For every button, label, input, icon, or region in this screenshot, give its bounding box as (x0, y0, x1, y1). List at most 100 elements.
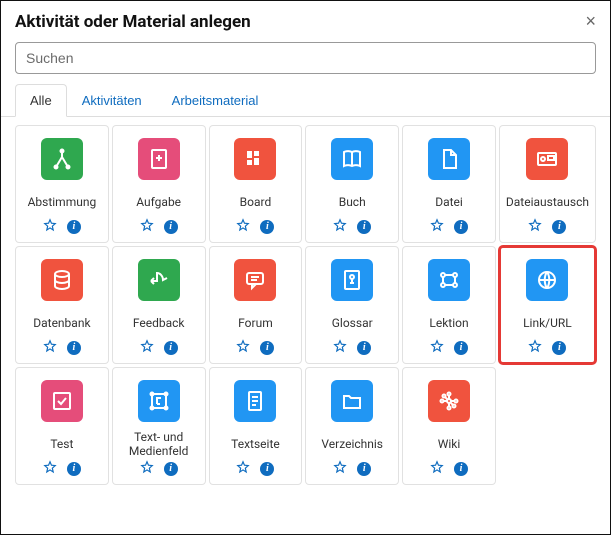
activity-card-verzeichnis[interactable]: Verzeichnisi (305, 367, 399, 485)
activity-card-link[interactable]: Link/URL i (499, 246, 596, 364)
search-input[interactable] (15, 42, 596, 74)
card-actions: i (430, 217, 468, 236)
info-icon[interactable]: i (357, 341, 371, 355)
card-actions: i (236, 338, 274, 357)
exchange-icon (526, 138, 568, 180)
activity-label: Test (48, 430, 75, 458)
info-icon[interactable]: i (164, 341, 178, 355)
card-actions: i (333, 459, 371, 478)
info-icon[interactable]: i (67, 341, 81, 355)
activity-label: Wiki (436, 430, 463, 458)
activity-card-dateiaustausch[interactable]: Dateiaustausch i (499, 125, 596, 243)
activity-label: Board (238, 188, 274, 216)
info-icon[interactable]: i (454, 341, 468, 355)
info-icon[interactable]: i (454, 462, 468, 476)
star-icon[interactable] (430, 217, 444, 236)
info-icon[interactable]: i (552, 341, 566, 355)
card-actions: i (236, 459, 274, 478)
info-icon[interactable]: i (164, 462, 178, 476)
activity-chooser-modal: Aktivität oder Material anlegen × AlleAk… (0, 0, 611, 535)
card-actions: i (333, 217, 371, 236)
forum-icon (234, 259, 276, 301)
tab-resources[interactable]: Arbeitsmaterial (157, 84, 274, 116)
info-icon[interactable]: i (260, 462, 274, 476)
label-icon (138, 380, 180, 422)
activity-label: Feedback (131, 309, 187, 337)
info-icon[interactable]: i (164, 220, 178, 234)
star-icon[interactable] (140, 217, 154, 236)
activity-label: Buch (337, 188, 368, 216)
glossary-icon (331, 259, 373, 301)
wiki-icon (428, 380, 470, 422)
star-icon[interactable] (430, 338, 444, 357)
info-icon[interactable]: i (67, 462, 81, 476)
activity-label: Dateiaustausch (504, 188, 591, 216)
info-icon[interactable]: i (260, 220, 274, 234)
activity-card-lektion[interactable]: Lektion i (402, 246, 496, 364)
activity-card-aufgabe[interactable]: Aufgabei (112, 125, 206, 243)
choice-icon (41, 138, 83, 180)
star-icon[interactable] (43, 217, 57, 236)
activity-card-board[interactable]: Board i (209, 125, 303, 243)
lesson-icon (428, 259, 470, 301)
info-icon[interactable]: i (454, 220, 468, 234)
card-actions: i (140, 217, 178, 236)
assign-icon (138, 138, 180, 180)
info-icon[interactable]: i (67, 220, 81, 234)
card-actions: i (236, 217, 274, 236)
activity-card-test[interactable]: Test i (15, 367, 109, 485)
star-icon[interactable] (236, 338, 250, 357)
activity-label: Forum (236, 309, 275, 337)
activity-card-forum[interactable]: Forum i (209, 246, 303, 364)
activity-card-wiki[interactable]: Wiki i (402, 367, 496, 485)
feedback-icon (138, 259, 180, 301)
info-icon[interactable]: i (260, 341, 274, 355)
activity-label: Textseite (229, 430, 282, 458)
activity-card-buch[interactable]: Buch i (305, 125, 399, 243)
tabs: AlleAktivitätenArbeitsmaterial (1, 84, 610, 117)
url-icon (526, 259, 568, 301)
card-actions: i (43, 459, 81, 478)
activity-label: Text- und Medienfeld (117, 430, 201, 459)
card-actions: i (43, 217, 81, 236)
info-icon[interactable]: i (552, 220, 566, 234)
tab-all[interactable]: Alle (15, 84, 67, 117)
activity-label: Link/URL (521, 309, 574, 337)
quiz-icon (41, 380, 83, 422)
star-icon[interactable] (430, 459, 444, 478)
star-icon[interactable] (333, 459, 347, 478)
activity-card-feedback[interactable]: Feedback i (112, 246, 206, 364)
star-icon[interactable] (333, 338, 347, 357)
card-actions: i (43, 338, 81, 357)
card-actions: i (528, 217, 566, 236)
activity-card-textmedien[interactable]: Text- und Medienfeld i (112, 367, 206, 485)
star-icon[interactable] (236, 217, 250, 236)
star-icon[interactable] (528, 217, 542, 236)
tab-activities[interactable]: Aktivitäten (67, 84, 157, 116)
activity-label: Lektion (427, 309, 470, 337)
activity-card-datei[interactable]: Dateii (402, 125, 496, 243)
file-icon (428, 138, 470, 180)
activity-label: Abstimmung (26, 188, 99, 216)
star-icon[interactable] (140, 459, 154, 478)
folder-icon (331, 380, 373, 422)
star-icon[interactable] (43, 459, 57, 478)
activity-label: Glossar (330, 309, 375, 337)
star-icon[interactable] (528, 338, 542, 357)
info-icon[interactable]: i (357, 462, 371, 476)
star-icon[interactable] (333, 217, 347, 236)
star-icon[interactable] (236, 459, 250, 478)
close-button[interactable]: × (585, 11, 596, 32)
info-icon[interactable]: i (357, 220, 371, 234)
star-icon[interactable] (140, 338, 154, 357)
card-actions: i (140, 459, 178, 478)
star-icon[interactable] (43, 338, 57, 357)
page-icon (234, 380, 276, 422)
activity-card-glossar[interactable]: Glossar i (305, 246, 399, 364)
activity-card-textseite[interactable]: Textseite i (209, 367, 303, 485)
modal-header: Aktivität oder Material anlegen × (1, 1, 610, 38)
activity-card-abstimmung[interactable]: Abstimmung i (15, 125, 109, 243)
card-actions: i (140, 338, 178, 357)
card-actions: i (430, 338, 468, 357)
activity-card-datenbank[interactable]: Datenbanki (15, 246, 109, 364)
